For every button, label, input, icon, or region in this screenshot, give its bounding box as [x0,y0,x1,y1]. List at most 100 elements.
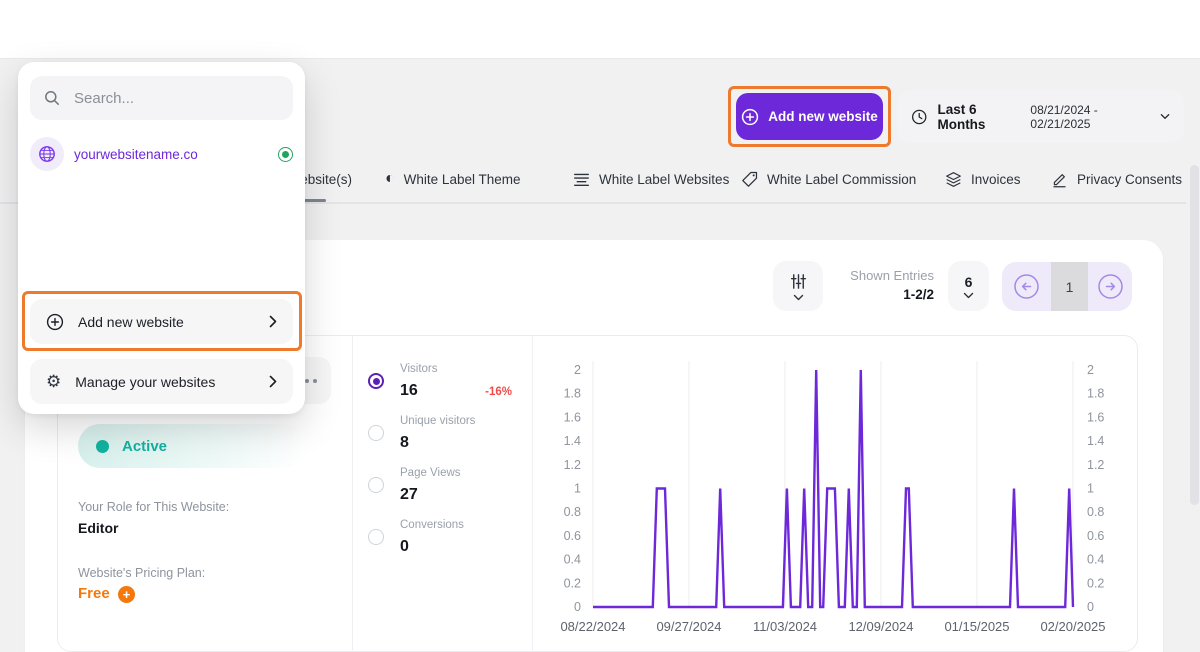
tab-white-label-websites[interactable]: White Label Websites [573,166,729,192]
chevron-down-icon [963,292,974,299]
svg-text:1.8: 1.8 [1087,387,1104,401]
top-bar [0,0,1200,59]
svg-text:12/09/2024: 12/09/2024 [848,619,913,634]
contrast-icon: ◐ [385,171,395,187]
svg-text:01/15/2025: 01/15/2025 [944,619,1009,634]
period-range: 08/21/2024 - 02/21/2025 [1030,103,1150,131]
stat-label: Conversions [400,519,464,531]
plus-icon: + [118,586,135,603]
svg-text:0.8: 0.8 [564,505,581,519]
search-input[interactable] [72,89,276,108]
add-new-website-button[interactable]: Add new website [736,93,883,140]
current-page[interactable]: 1 [1051,262,1088,311]
tab-label: Privacy Consents [1077,172,1182,187]
layers-icon [945,171,962,188]
manage-websites-label: Manage your websites [75,374,255,390]
svg-text:0.4: 0.4 [1087,553,1104,567]
tab-invoices[interactable]: Invoices [945,166,1021,192]
scrollbar-thumb[interactable] [1190,165,1199,505]
stat-radio-page-views[interactable] [368,477,384,493]
tab-label: White Label Websites [599,172,729,187]
svg-text:09/27/2024: 09/27/2024 [656,619,721,634]
svg-text:11/03/2024: 11/03/2024 [753,619,817,634]
svg-text:1: 1 [574,482,581,496]
arrow-left-circle-icon [1013,273,1040,300]
svg-text:0.6: 0.6 [1087,529,1104,543]
svg-text:1.2: 1.2 [564,458,581,472]
svg-text:0.6: 0.6 [564,529,581,543]
period-label: Last 6 Months [937,102,1020,132]
tab-white-label-theme[interactable]: ◐ White Label Theme [385,166,521,192]
website-name: yourwebsitename.co [74,147,268,162]
svg-text:02/20/2025: 02/20/2025 [1040,619,1105,634]
add-new-website-label: Add new website [78,314,255,330]
svg-text:1.6: 1.6 [1087,410,1104,424]
stat-value: 0 [400,538,409,556]
stat-delta: -16% [400,386,512,398]
svg-text:1.4: 1.4 [564,434,581,448]
arrow-right-circle-icon [1097,273,1124,300]
svg-text:0.2: 0.2 [564,576,581,590]
svg-text:1.4: 1.4 [1087,434,1104,448]
plus-circle-icon [741,108,759,126]
svg-text:1.6: 1.6 [564,410,581,424]
plus-circle-icon [46,313,64,331]
tag-icon [741,171,758,188]
stat-radio-unique-visitors[interactable] [368,425,384,441]
stat-label: Page Views [400,467,461,479]
shown-entries-label: Shown Entries [790,268,934,283]
plan-value: Free [78,585,110,602]
plan-label: Website's Pricing Plan: [78,566,205,580]
lines-icon [573,171,590,188]
previous-page-button[interactable] [1002,262,1051,311]
stat-value: 27 [400,486,418,504]
pen-icon [1051,171,1068,188]
page-size-value: 6 [965,274,973,290]
tab-white-label-commission[interactable]: White Label Commission [741,166,916,192]
svg-text:08/22/2024: 08/22/2024 [560,619,625,634]
svg-text:2: 2 [1087,363,1094,377]
role-value: Editor [78,520,118,536]
chevron-down-icon [1160,113,1170,120]
date-range-picker[interactable]: Last 6 Months 08/21/2024 - 02/21/2025 [897,90,1184,143]
card-divider [352,336,353,652]
svg-text:1.8: 1.8 [564,387,581,401]
dropdown-manage-websites[interactable]: ⚙ Manage your websites [30,359,293,404]
status-dot-icon [96,440,109,453]
visitors-chart: 08/22/2024 09/27/2024 11/03/2024 12/09/2024… [532,335,1138,652]
upgrade-plan-button[interactable]: + [118,586,135,604]
page-size-select[interactable]: 6 [948,261,989,311]
website-avatar [30,137,64,171]
pagination: 1 [1002,262,1132,311]
svg-text:0.4: 0.4 [564,553,581,567]
chevron-right-icon [269,375,277,388]
dropdown-add-new-website[interactable]: Add new website [30,299,293,344]
tab-privacy-consents[interactable]: Privacy Consents [1051,166,1182,192]
website-list-item[interactable]: yourwebsitename.co [30,130,293,178]
stat-radio-visitors[interactable] [368,373,384,389]
svg-text:0: 0 [1087,600,1094,614]
status-badge: Active [78,424,306,468]
svg-text:0.2: 0.2 [1087,576,1104,590]
next-page-button[interactable] [1088,262,1132,311]
search-icon [44,90,60,106]
tab-label: White Label Theme [404,172,521,187]
svg-text:1.2: 1.2 [1087,458,1104,472]
stat-radio-conversions[interactable] [368,529,384,545]
gear-icon: ⚙ [46,373,61,390]
add-new-website-label: Add new website [768,109,878,124]
website-search[interactable] [30,76,293,120]
tab-label: Invoices [971,172,1021,187]
svg-text:1: 1 [1087,482,1094,496]
stat-value: 8 [400,434,409,452]
role-label: Your Role for This Website: [78,500,229,514]
chevron-right-icon [269,315,277,328]
clock-icon [911,108,927,126]
shown-entries: Shown Entries 1-2/2 [790,268,934,302]
tab-label: White Label Commission [767,172,916,187]
svg-text:0.8: 0.8 [1087,505,1104,519]
selected-website-radio[interactable] [278,147,293,162]
stat-label: Unique visitors [400,415,475,427]
svg-text:0: 0 [574,600,581,614]
shown-entries-value: 1-2/2 [790,287,934,302]
